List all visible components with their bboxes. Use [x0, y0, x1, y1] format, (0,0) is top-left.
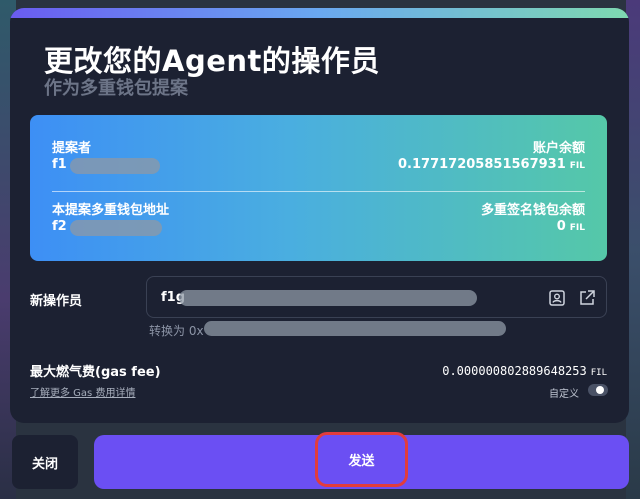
change-operator-dialog: 更改您的Agent的操作员 作为多重钱包提案 提案者 f1 账户余额 0.177…	[10, 8, 629, 423]
multisig-address-redacted	[70, 220, 162, 236]
balance-amount: 0.17717205851567931	[398, 157, 566, 172]
new-operator-input[interactable]: f1g	[146, 276, 607, 318]
gas-fee-details-link[interactable]: 了解更多 Gas 费用详情	[30, 384, 135, 399]
multisig-balance-value: 0 FIL	[557, 219, 585, 234]
send-button[interactable]: 发送	[94, 432, 629, 489]
custom-gas-label: 自定义	[549, 389, 579, 400]
multisig-balance-amount: 0	[556, 219, 566, 234]
multisig-address: f2	[52, 219, 67, 234]
proposer-label: 提案者	[52, 141, 92, 156]
new-operator-label: 新操作员	[30, 294, 83, 309]
multisig-address-label: 本提案多重钱包地址	[52, 203, 170, 218]
proposer-address-redacted	[70, 158, 160, 174]
dialog-subtitle: 作为多重钱包提案	[44, 78, 188, 99]
dialog-top-gradient	[10, 8, 629, 18]
gas-fee-amount: 0.000000802889648253	[442, 364, 587, 378]
external-link-icon[interactable]	[577, 288, 597, 308]
max-gas-fee-value: 0.000000802889648253 FIL	[442, 364, 607, 378]
multisig-balance-unit: FIL	[569, 223, 585, 233]
proposal-info-card: 提案者 f1 账户余额 0.17717205851567931 FIL 本提案多重…	[30, 115, 607, 261]
converted-address-redacted	[204, 321, 506, 336]
address-book-icon[interactable]	[547, 288, 567, 308]
converted-address: 转换为 0x	[149, 324, 204, 338]
proposer-address: f1	[52, 157, 67, 172]
multisig-balance-label: 多重签名钱包余额	[480, 203, 585, 218]
custom-gas-toggle[interactable]	[588, 384, 608, 396]
balance-label: 账户余额	[532, 141, 585, 156]
max-gas-fee-label: 最大燃气费(gas fee)	[30, 365, 161, 380]
toggle-knob	[596, 386, 604, 394]
send-button-highlight[interactable]: 发送	[315, 432, 408, 487]
gas-fee-unit: FIL	[590, 368, 607, 378]
balance-unit: FIL	[569, 161, 585, 171]
new-operator-redacted	[179, 290, 477, 306]
balance-value: 0.17717205851567931 FIL	[398, 157, 585, 172]
card-divider	[52, 191, 585, 192]
close-button[interactable]: 关闭	[12, 435, 78, 489]
